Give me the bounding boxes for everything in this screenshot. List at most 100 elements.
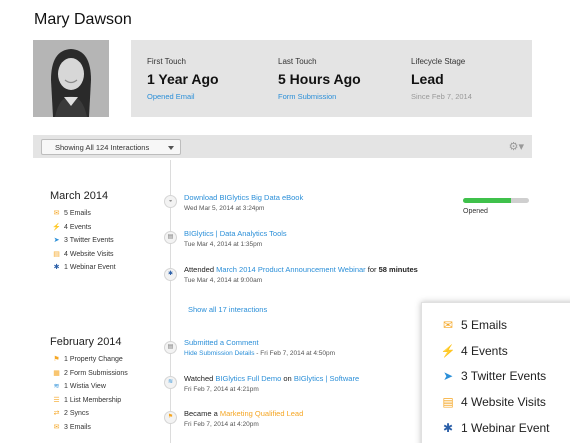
stat-label: 4 Website Visits — [64, 250, 114, 258]
first-touch-block: First Touch 1 Year Ago Opened Email — [147, 57, 219, 101]
email-icon: ✉ — [53, 210, 60, 217]
video-node-icon: ≋ — [164, 376, 177, 389]
webinar-node-icon: ✱ — [164, 268, 177, 281]
avatar — [33, 40, 109, 117]
stat-item: ▤ 4 Website Visits — [51, 249, 116, 263]
timeline-event: Attended March 2014 Product Announcement… — [184, 265, 418, 284]
event-date: - Fri Feb 7, 2014 at 4:50pm — [256, 350, 336, 357]
popover-item: ⚡ 4 Events — [440, 344, 550, 370]
popover-item: ✱ 1 Webinar Event — [440, 421, 550, 443]
form-icon: ▦ — [53, 369, 60, 377]
page-view-node-icon: ▤ — [164, 231, 177, 244]
timeline-event: Submitted a Comment Hide Submission Deta… — [184, 338, 335, 357]
month-title: February 2014 — [50, 336, 122, 348]
event-link[interactable]: Submitted a Comment — [184, 338, 259, 347]
last-touch-link[interactable]: Form Submission — [278, 92, 361, 101]
event-date: Fri Feb 7, 2014 at 4:21pm — [184, 386, 259, 393]
twitter-bird-icon: ➤ — [53, 237, 60, 244]
popover-item: ➤ 3 Twitter Events — [440, 369, 550, 395]
interactions-filter-dropdown[interactable]: Showing All 124 Interactions — [41, 139, 181, 155]
open-rate-fill — [463, 198, 511, 203]
flag-icon: ⚑ — [53, 356, 60, 363]
lifecycle-link[interactable]: Marketing Qualified Lead — [220, 409, 303, 418]
event-link[interactable]: BIGlytics Full Demo — [215, 374, 281, 383]
open-rate-bar — [463, 198, 529, 203]
timeline-event: Download BIGlytics Big Data eBook Wed Ma… — [184, 193, 303, 212]
lifecycle-block: Lifecycle Stage Lead Since Feb 7, 2014 — [411, 57, 472, 101]
show-all-interactions-link[interactable]: Show all 17 interactions — [188, 305, 267, 314]
event-duration: 58 minutes — [378, 265, 418, 274]
stat-item: ⚑ 1 Property Change — [51, 354, 128, 368]
stat-item: ⚡ 4 Events — [51, 222, 116, 236]
last-touch-label: Last Touch — [278, 57, 317, 66]
website-visit-icon: ▤ — [442, 395, 454, 410]
event-prefix: Became a — [184, 409, 218, 418]
event-date: Tue Mar 4, 2014 at 9:00am — [184, 277, 263, 284]
stat-label: 1 Property Change — [64, 356, 123, 363]
event-link[interactable]: March 2014 Product Announcement Webinar — [216, 265, 366, 274]
popover-item-label: 5 Emails — [461, 318, 508, 332]
contact-summary-panel: First Touch 1 Year Ago Opened Email Last… — [131, 40, 532, 117]
open-status-label: Opened — [463, 208, 488, 215]
email-node-icon: ◒ — [164, 195, 177, 208]
popover-item-label: 4 Events — [461, 343, 508, 358]
webinar-gear-icon: ✱ — [442, 420, 454, 435]
webinar-gear-icon: ✱ — [53, 264, 60, 271]
website-visit-icon: ▤ — [53, 250, 60, 258]
month-title: March 2014 — [50, 190, 109, 202]
chevron-down-icon — [168, 146, 174, 150]
event-link[interactable]: Download BIGlytics Big Data eBook — [184, 193, 303, 202]
email-icon: ✉ — [53, 423, 60, 431]
lifecycle-since: Since Feb 7, 2014 — [411, 92, 472, 101]
stat-item: ➤ 3 Twitter Events — [51, 235, 116, 249]
stat-label: 3 Emails — [64, 423, 91, 431]
lifecycle-label: Lifecycle Stage — [411, 57, 466, 66]
hide-details-link[interactable]: Hide Submission Details — [184, 350, 254, 357]
first-touch-label: First Touch — [147, 57, 186, 66]
event-date: Fri Feb 7, 2014 at 4:20pm — [184, 421, 259, 428]
stat-label: 2 Form Submissions — [64, 369, 128, 377]
stat-label: 3 Twitter Events — [64, 237, 114, 244]
stat-label: 1 Wistia View — [64, 383, 106, 390]
month-stats-list: ⚑ 1 Property Change ▦ 2 Form Submissions ≋… — [51, 354, 128, 435]
email-icon: ✉ — [442, 318, 454, 332]
first-touch-value: 1 Year Ago — [147, 71, 219, 87]
lifecycle-value: Lead — [411, 71, 444, 87]
stat-item: ✉ 5 Emails — [51, 208, 116, 222]
stat-label: 2 Syncs — [64, 410, 89, 417]
event-date: Tue Mar 4, 2014 at 1:35pm — [184, 241, 263, 248]
filter-bar: Showing All 124 Interactions ⚙▾ — [33, 135, 532, 158]
lightning-icon: ⚡ — [440, 343, 456, 358]
stat-item: ✱ 1 Webinar Event — [51, 262, 116, 276]
stat-label: 4 Events — [64, 223, 92, 231]
popover-item-label: 1 Webinar Event — [461, 420, 550, 435]
event-link-secondary[interactable]: BIGlytics | Software — [294, 374, 359, 383]
last-touch-block: Last Touch 5 Hours Ago Form Submission — [278, 57, 361, 101]
list-icon: ☰ — [53, 396, 60, 404]
month-stats-list: ✉ 5 Emails ⚡ 4 Events ➤ 3 Twitter Events ▤ 4… — [51, 208, 116, 276]
timeline-event: BIGlytics | Data Analytics Tools Tue Mar… — [184, 229, 287, 248]
stat-item: ≋ 1 Wistia View — [51, 381, 128, 395]
form-node-icon: ▤ — [164, 341, 177, 354]
popover-item: ▤ 4 Website Visits — [440, 395, 550, 421]
event-suffix: for — [367, 265, 377, 274]
popover-item-label: 4 Website Visits — [461, 395, 546, 410]
event-prefix: Watched — [184, 374, 214, 383]
flag-node-icon: ⚑ — [164, 411, 177, 424]
popover-item-label: 3 Twitter Events — [461, 369, 547, 384]
stat-label: 5 Emails — [64, 210, 91, 217]
interactions-filter-label: Showing All 124 Interactions — [55, 143, 150, 152]
wistia-play-icon: ≋ — [53, 383, 60, 390]
event-link[interactable]: BIGlytics | Data Analytics Tools — [184, 229, 287, 238]
lightning-icon: ⚡ — [52, 223, 61, 231]
stat-item: ✉ 3 Emails — [51, 422, 128, 436]
gear-icon[interactable]: ⚙▾ — [509, 140, 524, 153]
sync-icon: ⇄ — [53, 410, 60, 417]
timeline-event: Became a Marketing Qualified Lead Fri Fe… — [184, 409, 303, 428]
popover-item: ✉ 5 Emails — [440, 318, 550, 344]
first-touch-link[interactable]: Opened Email — [147, 92, 219, 101]
stat-item: ▦ 2 Form Submissions — [51, 368, 128, 382]
stat-label: 1 Webinar Event — [64, 264, 116, 271]
month-summary-popover: ✉ 5 Emails ⚡ 4 Events ➤ 3 Twitter Events ▤ 4… — [421, 302, 570, 443]
timeline-event: Watched BIGlytics Full Demo on BIGlytics… — [184, 374, 359, 393]
